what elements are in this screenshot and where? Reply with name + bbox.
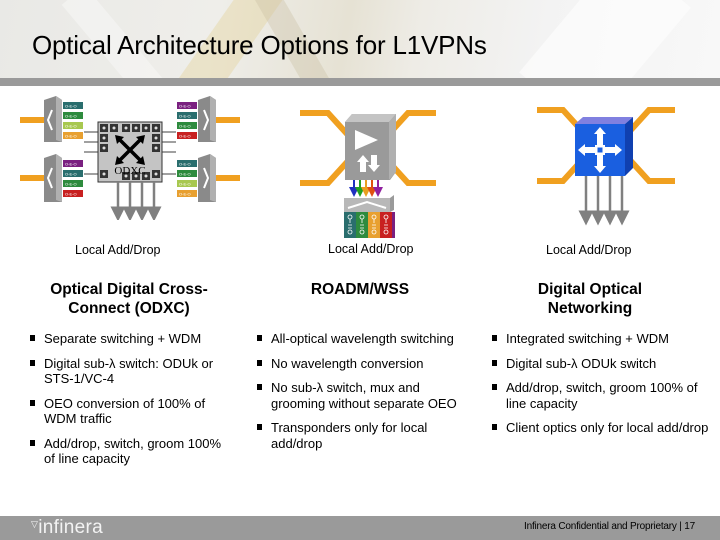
svg-text:O-E-O: O-E-O xyxy=(179,192,191,197)
bullet-icon xyxy=(257,384,262,390)
svg-text:O-E-O: O-E-O xyxy=(65,162,77,167)
transponder-bank xyxy=(344,212,395,238)
slide-header: Optical Architecture Options for L1VPNs xyxy=(0,0,720,78)
bullet-text: No wavelength conversion xyxy=(271,355,424,371)
bullet-item: Digital sub-λ ODUk switch xyxy=(490,356,715,372)
title-line: Networking xyxy=(547,300,633,317)
bullet-item: All-optical wavelength switching xyxy=(255,331,465,347)
logo-mark-icon: ▽ xyxy=(31,519,39,529)
roadm-box-icon xyxy=(345,114,396,180)
bullet-item: Separate switching + WDM xyxy=(28,331,233,347)
header-decoration xyxy=(519,0,691,78)
odxc-label: ODXC xyxy=(114,165,145,177)
svg-text:O-E-O: O-E-O xyxy=(65,172,77,177)
transponder-stack: O-E-O O-E-O O-E-O O-E-O xyxy=(63,102,83,139)
digital-switch-icon xyxy=(575,117,633,176)
odxc-caption: Local Add/Drop xyxy=(75,243,161,257)
bullet-icon xyxy=(257,335,262,341)
don-caption: Local Add/Drop xyxy=(546,243,632,257)
bullet-item: OEO conversion of 100% of WDM traffic xyxy=(28,396,233,427)
header-divider xyxy=(0,78,720,86)
bullets-don: Integrated switching + WDM Digital sub-λ… xyxy=(490,331,715,445)
bullet-text: Add/drop, switch, groom 100% of line cap… xyxy=(506,380,698,411)
bullets-roadm: All-optical wavelength switching No wave… xyxy=(255,331,465,460)
bullet-item: Add/drop, switch, groom 100% of line cap… xyxy=(28,436,233,467)
bullet-item: Digital sub-λ switch: ODUk or STS-1/VC-4 xyxy=(28,356,233,387)
bullet-icon xyxy=(30,399,35,406)
bullet-icon xyxy=(492,359,497,366)
svg-text:O-E-O: O-E-O xyxy=(65,124,77,129)
svg-text:O-E-O: O-E-O xyxy=(65,182,77,187)
mux-demux-icon xyxy=(198,154,216,202)
fiber-line xyxy=(216,175,240,181)
svg-text:O-E-O: O-E-O xyxy=(179,104,191,109)
svg-text:O-E-O: O-E-O xyxy=(179,124,191,129)
svg-text:O-E-O: O-E-O xyxy=(179,182,191,187)
title-line: Digital Optical xyxy=(537,281,643,298)
column-title-odxc: Optical Digital Cross- Connect (ODXC) xyxy=(24,280,234,318)
bullet-text: Integrated switching + WDM xyxy=(506,331,669,346)
roadm-caption: Local Add/Drop xyxy=(328,242,414,256)
title-line: Connect (ODXC) xyxy=(68,300,190,317)
bullet-icon xyxy=(257,359,262,366)
svg-text:O-E-O: O-E-O xyxy=(179,114,191,119)
svg-text:O-E-O: O-E-O xyxy=(179,134,191,139)
odxc-diagram: O-E-O O-E-O O-E-O O-E-O O-E-O O-E-O O-E-… xyxy=(20,96,240,220)
svg-text:O-E-O: O-E-O xyxy=(179,162,191,167)
don-diagram xyxy=(537,107,675,226)
bullet-item: Client optics only for local add/drop xyxy=(490,420,715,436)
svg-text:O-E-O: O-E-O xyxy=(65,134,77,139)
bullet-item: Integrated switching + WDM xyxy=(490,331,715,347)
bullet-icon xyxy=(30,359,35,366)
svg-text:O-E-O: O-E-O xyxy=(179,172,191,177)
title-line: Optical Digital Cross- xyxy=(50,281,208,298)
mux-demux-icon xyxy=(44,154,62,202)
bullets-odxc: Separate switching + WDM Digital sub-λ s… xyxy=(28,331,233,476)
fiber-line xyxy=(20,175,44,181)
bullet-text: All-optical wavelength switching xyxy=(271,331,454,346)
column-title-roadm: ROADM/WSS xyxy=(260,280,460,299)
mux-demux-icon xyxy=(198,96,216,142)
bullet-text: No sub-λ switch, mux and grooming withou… xyxy=(271,380,457,411)
demux-icon xyxy=(344,195,394,212)
slide-title: Optical Architecture Options for L1VPNs xyxy=(32,30,487,60)
fiber-line xyxy=(216,117,240,123)
slide-footer: ▽infinera Infinera Confidential and Prop… xyxy=(0,516,720,540)
bullet-item: Transponders only for local add/drop xyxy=(255,420,465,451)
svg-text:O-E-O: O-E-O xyxy=(65,114,77,119)
transponder-stack: O-E-O O-E-O O-E-O O-E-O xyxy=(177,102,197,139)
bullet-item: Add/drop, switch, groom 100% of line cap… xyxy=(490,380,715,411)
bullet-item: No sub-λ switch, mux and grooming withou… xyxy=(255,380,465,411)
svg-text:O-E-O: O-E-O xyxy=(65,104,77,109)
infinera-logo: ▽infinera xyxy=(31,517,103,539)
fiber-line xyxy=(20,117,44,123)
bullet-icon xyxy=(257,424,262,430)
bullet-text: Separate switching + WDM xyxy=(44,331,202,346)
bullet-text: OEO conversion of 100% of WDM traffic xyxy=(44,395,206,427)
bullet-icon xyxy=(492,384,497,390)
transponder-stack: O-E-O O-E-O O-E-O O-E-O xyxy=(177,160,197,197)
odxc-switch-icon: ODXC xyxy=(97,121,163,183)
bullet-icon xyxy=(30,439,35,446)
svg-text:O-E-O: O-E-O xyxy=(65,192,77,197)
bullet-icon xyxy=(492,335,497,341)
mux-demux-icon xyxy=(44,96,62,142)
logo-text: infinera xyxy=(38,517,103,538)
bullet-icon xyxy=(30,335,35,341)
title-line: ROADM/WSS xyxy=(310,281,410,298)
bullet-text: Client optics only for local add/drop xyxy=(506,420,709,435)
bullet-text: Digital sub-λ ODUk switch xyxy=(506,355,657,371)
bullet-text: Transponders only for local add/drop xyxy=(271,420,428,451)
bullet-text: Digital sub-λ switch: ODUk or STS-1/VC-4 xyxy=(44,355,214,387)
bullet-text: Add/drop, switch, groom 100% of line cap… xyxy=(44,435,222,467)
roadm-diagram xyxy=(300,110,436,238)
transponder-stack: O-E-O O-E-O O-E-O O-E-O xyxy=(63,160,83,197)
bullet-item: No wavelength conversion xyxy=(255,356,465,372)
bullet-icon xyxy=(492,424,497,430)
column-title-don: Digital Optical Networking xyxy=(490,280,690,318)
footer-confidential-page: Infinera Confidential and Proprietary | … xyxy=(524,521,695,532)
